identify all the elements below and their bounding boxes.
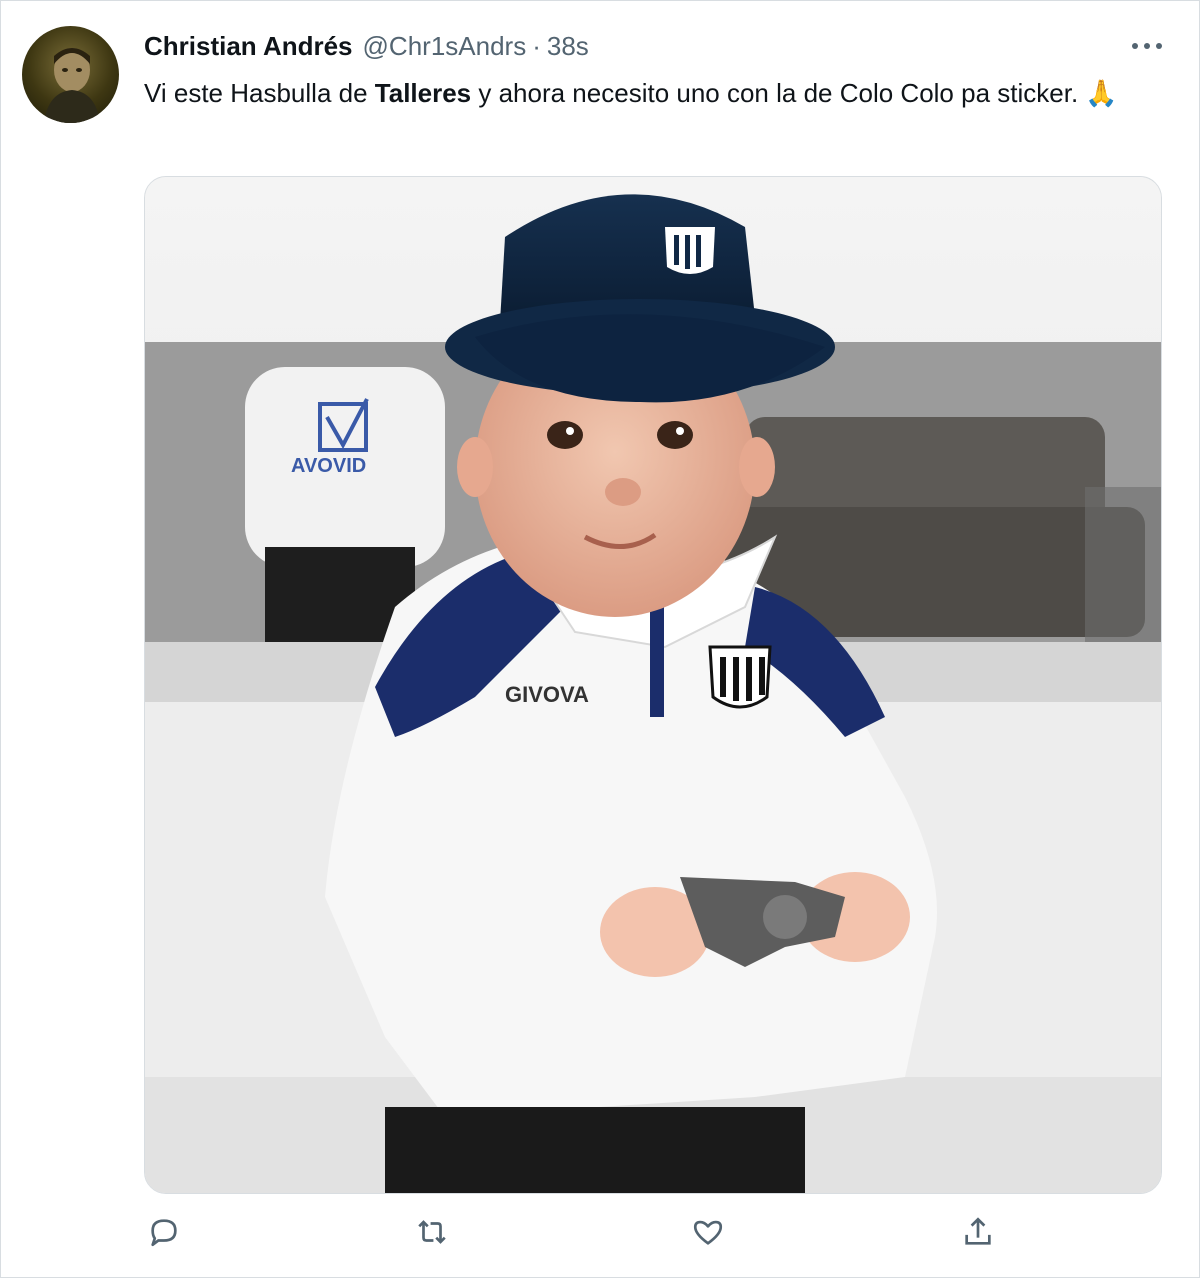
timestamp[interactable]: 38s [547,31,589,62]
pray-emoji: 🙏 [1085,78,1118,108]
tweet-text-bold: Talleres [374,78,472,108]
like-icon[interactable] [688,1212,728,1252]
separator-dot: · [532,30,541,61]
avatar[interactable] [22,26,119,123]
author-name[interactable]: Christian Andrés [144,31,353,62]
tweet-actions [0,1212,1200,1262]
reply-icon[interactable] [144,1212,184,1252]
more-icon[interactable] [1130,34,1164,58]
retweet-icon[interactable] [412,1212,452,1252]
reflection-logo-text: AVOVID [291,455,366,477]
shirt-brand-text: GIVOVA [505,682,589,707]
tweet-media-image[interactable]: AVOVID GIVOVA [144,176,1162,1194]
author-handle[interactable]: @Chr1sAndrs [363,31,527,62]
share-icon[interactable] [958,1212,998,1252]
tweet-text: Vi este Hasbulla de Talleres y ahora nec… [144,72,1154,114]
tweet-header: Christian Andrés @Chr1sAndrs · 38s [144,28,589,64]
tweet-text-part1: Vi este Hasbulla de [144,78,375,108]
tweet-text-part2: y ahora necesito uno con la de Colo Colo… [471,78,1086,108]
